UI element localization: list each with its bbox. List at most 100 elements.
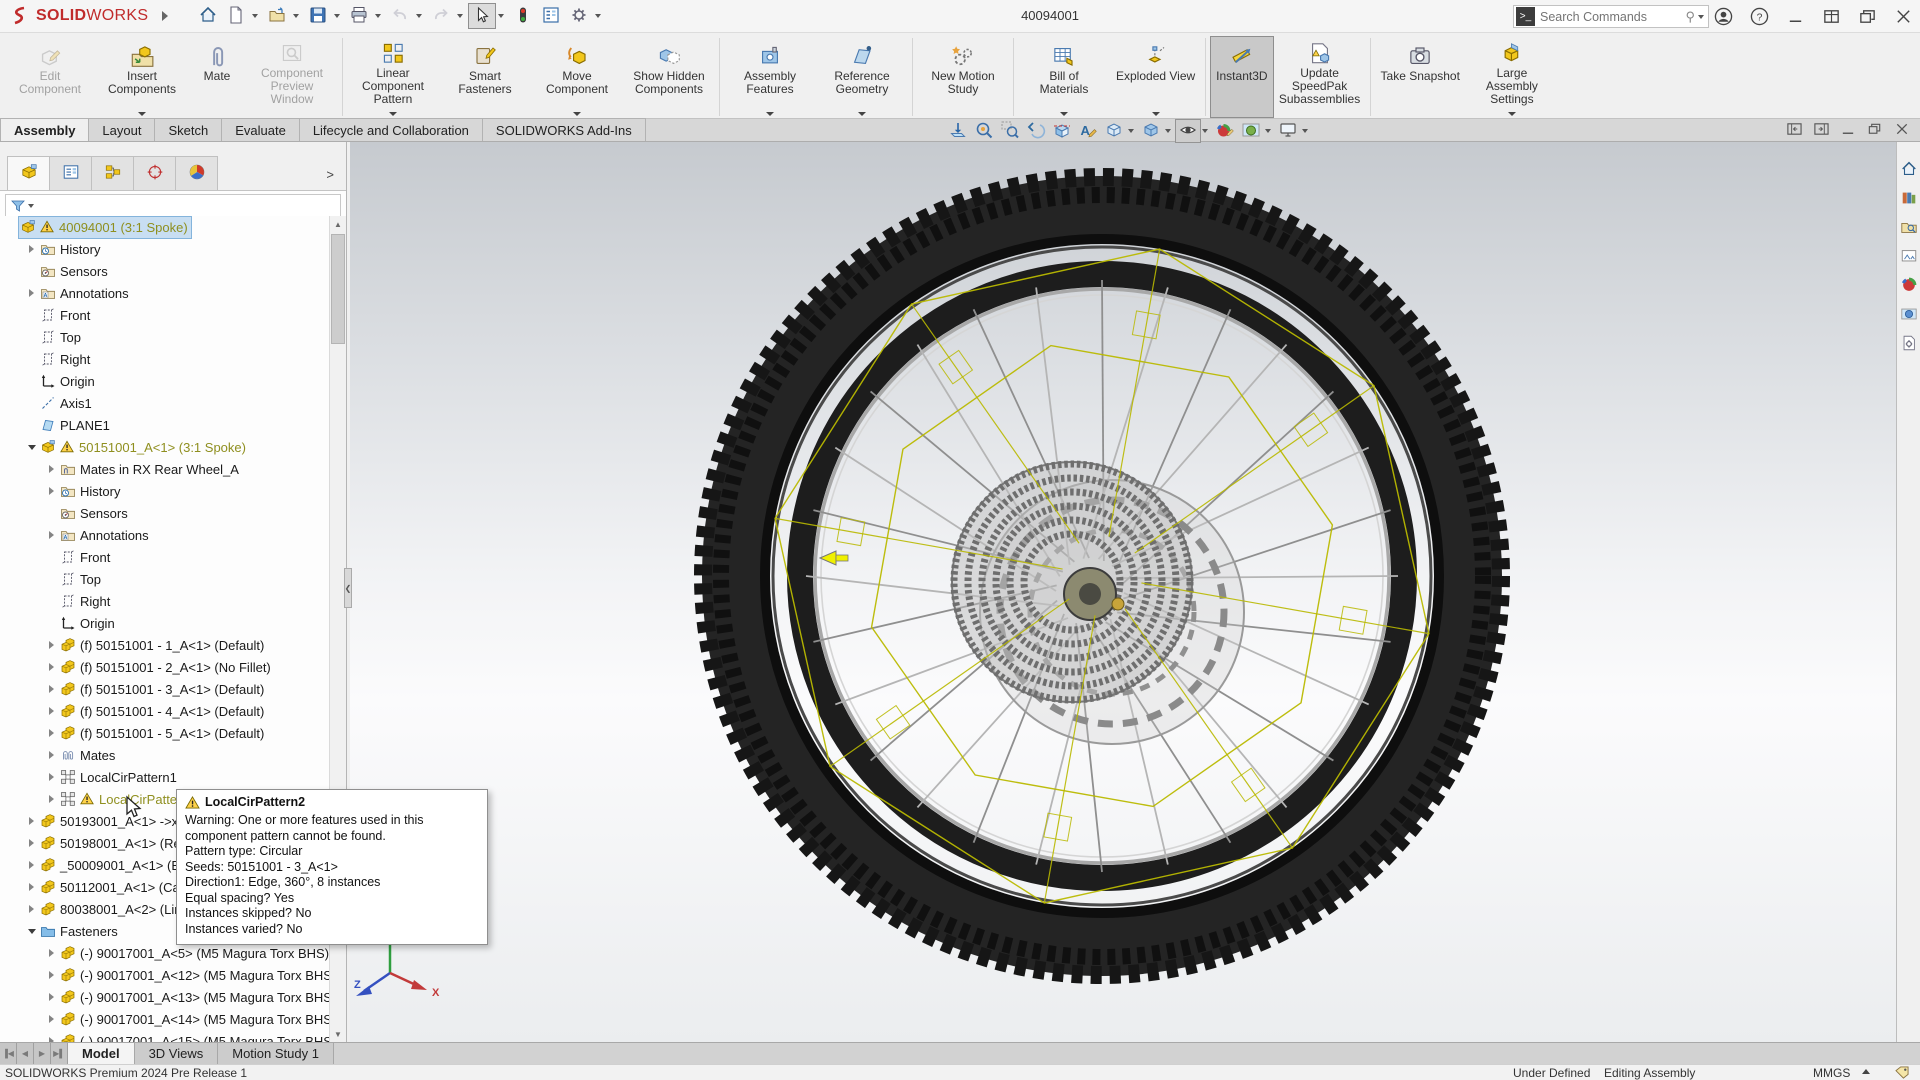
expand-arrow-icon[interactable]	[44, 1037, 59, 1042]
tree-item[interactable]: (f) 50151001 - 1_A<1> (Default)	[0, 634, 329, 656]
tree-item[interactable]: Sensors	[0, 260, 329, 282]
view-orientation-button[interactable]	[1101, 119, 1127, 143]
expand-arrow-icon[interactable]	[44, 949, 59, 957]
nav-last-button[interactable]: ▶▌	[51, 1043, 68, 1064]
edit-appearance-button[interactable]	[1212, 119, 1238, 143]
move-component-button[interactable]: Move Component	[531, 36, 623, 118]
minimize-button[interactable]	[1784, 6, 1806, 28]
undo-button[interactable]	[386, 3, 414, 29]
expand-arrow-icon[interactable]	[44, 707, 59, 715]
print-button[interactable]	[345, 3, 373, 29]
undo-caret-icon[interactable]	[416, 14, 422, 18]
linear-component-pattern-button[interactable]: Linear Component Pattern	[347, 36, 439, 118]
redo-button[interactable]	[427, 3, 455, 29]
expand-arrow-icon[interactable]	[24, 817, 39, 825]
view-settings-caret-icon[interactable]	[1302, 129, 1308, 133]
expand-arrow-icon[interactable]	[44, 729, 59, 737]
panel-tab-featuremanager[interactable]	[7, 156, 50, 190]
component-preview-window-button[interactable]: Component Preview Window	[246, 36, 338, 118]
close-button[interactable]	[1892, 6, 1914, 28]
search-input[interactable]	[1540, 10, 1685, 24]
update-speedpak-subassemblies-button[interactable]: Update SpeedPak Subassemblies	[1274, 36, 1366, 118]
assembly-features-button[interactable]: Assembly Features	[724, 36, 816, 118]
open-caret-icon[interactable]	[293, 14, 299, 18]
save-button[interactable]	[304, 3, 332, 29]
tree-item[interactable]: Mates	[0, 744, 329, 766]
expand-arrow-icon[interactable]	[24, 289, 39, 297]
nav-first-button[interactable]: ▐◀	[0, 1043, 17, 1064]
performance-pipeline-button[interactable]	[509, 3, 537, 29]
restore-doc-button[interactable]	[1867, 121, 1883, 137]
panel-tab-displaymanager[interactable]	[175, 156, 218, 190]
search-caret-icon[interactable]	[1698, 15, 1704, 19]
task-pane-view-palette-button[interactable]	[1899, 247, 1919, 267]
expand-arrow-icon[interactable]	[44, 685, 59, 693]
insert-components-button[interactable]: Insert Components	[96, 36, 188, 118]
home-button[interactable]	[194, 3, 222, 29]
options-gear-caret-icon[interactable]	[595, 14, 601, 18]
tab-solidworks-add-ins[interactable]: SOLIDWORKS Add-Ins	[482, 118, 646, 141]
tree-item[interactable]: 50151001_A<1> (3:1 Spoke)	[0, 436, 329, 458]
view-settings-button[interactable]	[1275, 119, 1301, 143]
select-caret-icon[interactable]	[498, 14, 504, 18]
panel-expand-chevron[interactable]: >	[326, 167, 342, 190]
display-style-button[interactable]	[1138, 119, 1164, 143]
tree-item[interactable]: (f) 50151001 - 5_A<1> (Default)	[0, 722, 329, 744]
redo-caret-icon[interactable]	[457, 14, 463, 18]
scroll-up-icon[interactable]: ▲	[330, 216, 346, 232]
panel-tab-propertymanager[interactable]	[49, 156, 92, 190]
tree-item[interactable]: Top	[0, 326, 329, 348]
tree-item[interactable]: (f) 50151001 - 2_A<1> (No Fillet)	[0, 656, 329, 678]
expand-arrow-icon[interactable]	[44, 971, 59, 979]
tree-item[interactable]: (f) 50151001 - 4_A<1> (Default)	[0, 700, 329, 722]
hide-show-items-button[interactable]	[1175, 119, 1201, 143]
tree-item[interactable]: Origin	[0, 370, 329, 392]
show-hidden-components-button[interactable]: Show Hidden Components	[623, 36, 715, 118]
view-orientation-caret-icon[interactable]	[1128, 129, 1134, 133]
tab-sketch[interactable]: Sketch	[154, 118, 222, 141]
dropdown-caret-icon[interactable]	[766, 112, 774, 116]
expand-arrow-icon[interactable]	[24, 905, 39, 913]
normal-to-button[interactable]	[945, 119, 971, 143]
scroll-down-icon[interactable]: ▼	[330, 1026, 346, 1042]
tab-motion-study-1[interactable]: Motion Study 1	[218, 1043, 334, 1064]
save-caret-icon[interactable]	[334, 14, 340, 18]
options-gear-button[interactable]	[565, 3, 593, 29]
tree-item[interactable]: Origin	[0, 612, 329, 634]
task-pane-custom-properties-button[interactable]	[1899, 334, 1919, 354]
tree-item[interactable]: History	[0, 238, 329, 260]
tree-item[interactable]: (-) 90017001_A<14> (M5 Magura Torx BHS)	[0, 1008, 329, 1030]
minimize-doc-button[interactable]	[1840, 121, 1856, 137]
open-button[interactable]	[263, 3, 291, 29]
section-view-button[interactable]	[1049, 119, 1075, 143]
tree-item[interactable]: Right	[0, 348, 329, 370]
dropdown-caret-icon[interactable]	[389, 112, 397, 116]
tree-item[interactable]: (f) 50151001 - 3_A<1> (Default)	[0, 678, 329, 700]
filter-caret-icon[interactable]	[28, 204, 34, 208]
dropdown-caret-icon[interactable]	[1152, 112, 1160, 116]
expand-arrow-icon[interactable]	[44, 795, 59, 803]
task-list-button[interactable]	[537, 3, 565, 29]
new-document-caret-icon[interactable]	[252, 14, 258, 18]
zoom-fit-button[interactable]	[971, 119, 997, 143]
dropdown-caret-icon[interactable]	[858, 112, 866, 116]
print-caret-icon[interactable]	[375, 14, 381, 18]
task-pane-file-explorer-button[interactable]	[1899, 218, 1919, 238]
reference-geometry-button[interactable]: Reference Geometry	[816, 36, 908, 118]
nav-next-button[interactable]: ▶	[34, 1043, 51, 1064]
task-pane-scenes-button[interactable]	[1899, 305, 1919, 325]
expand-arrow-icon[interactable]	[24, 861, 39, 869]
apply-scene-button[interactable]	[1238, 119, 1264, 143]
display-style-caret-icon[interactable]	[1165, 129, 1171, 133]
tree-filter-bar[interactable]	[5, 194, 341, 218]
previous-view-button[interactable]	[1023, 119, 1049, 143]
tree-item[interactable]: Front	[0, 304, 329, 326]
select-button[interactable]	[468, 3, 496, 29]
expand-arrow-icon[interactable]	[24, 445, 39, 450]
new-document-button[interactable]	[222, 3, 250, 29]
menu-flyout-arrow[interactable]	[162, 11, 168, 21]
tab-assembly[interactable]: Assembly	[0, 118, 89, 141]
task-pane-home-button[interactable]	[1899, 160, 1919, 180]
tree-item[interactable]: AAnnotations	[0, 282, 329, 304]
panel-tab-configurationmanager[interactable]	[91, 156, 134, 190]
